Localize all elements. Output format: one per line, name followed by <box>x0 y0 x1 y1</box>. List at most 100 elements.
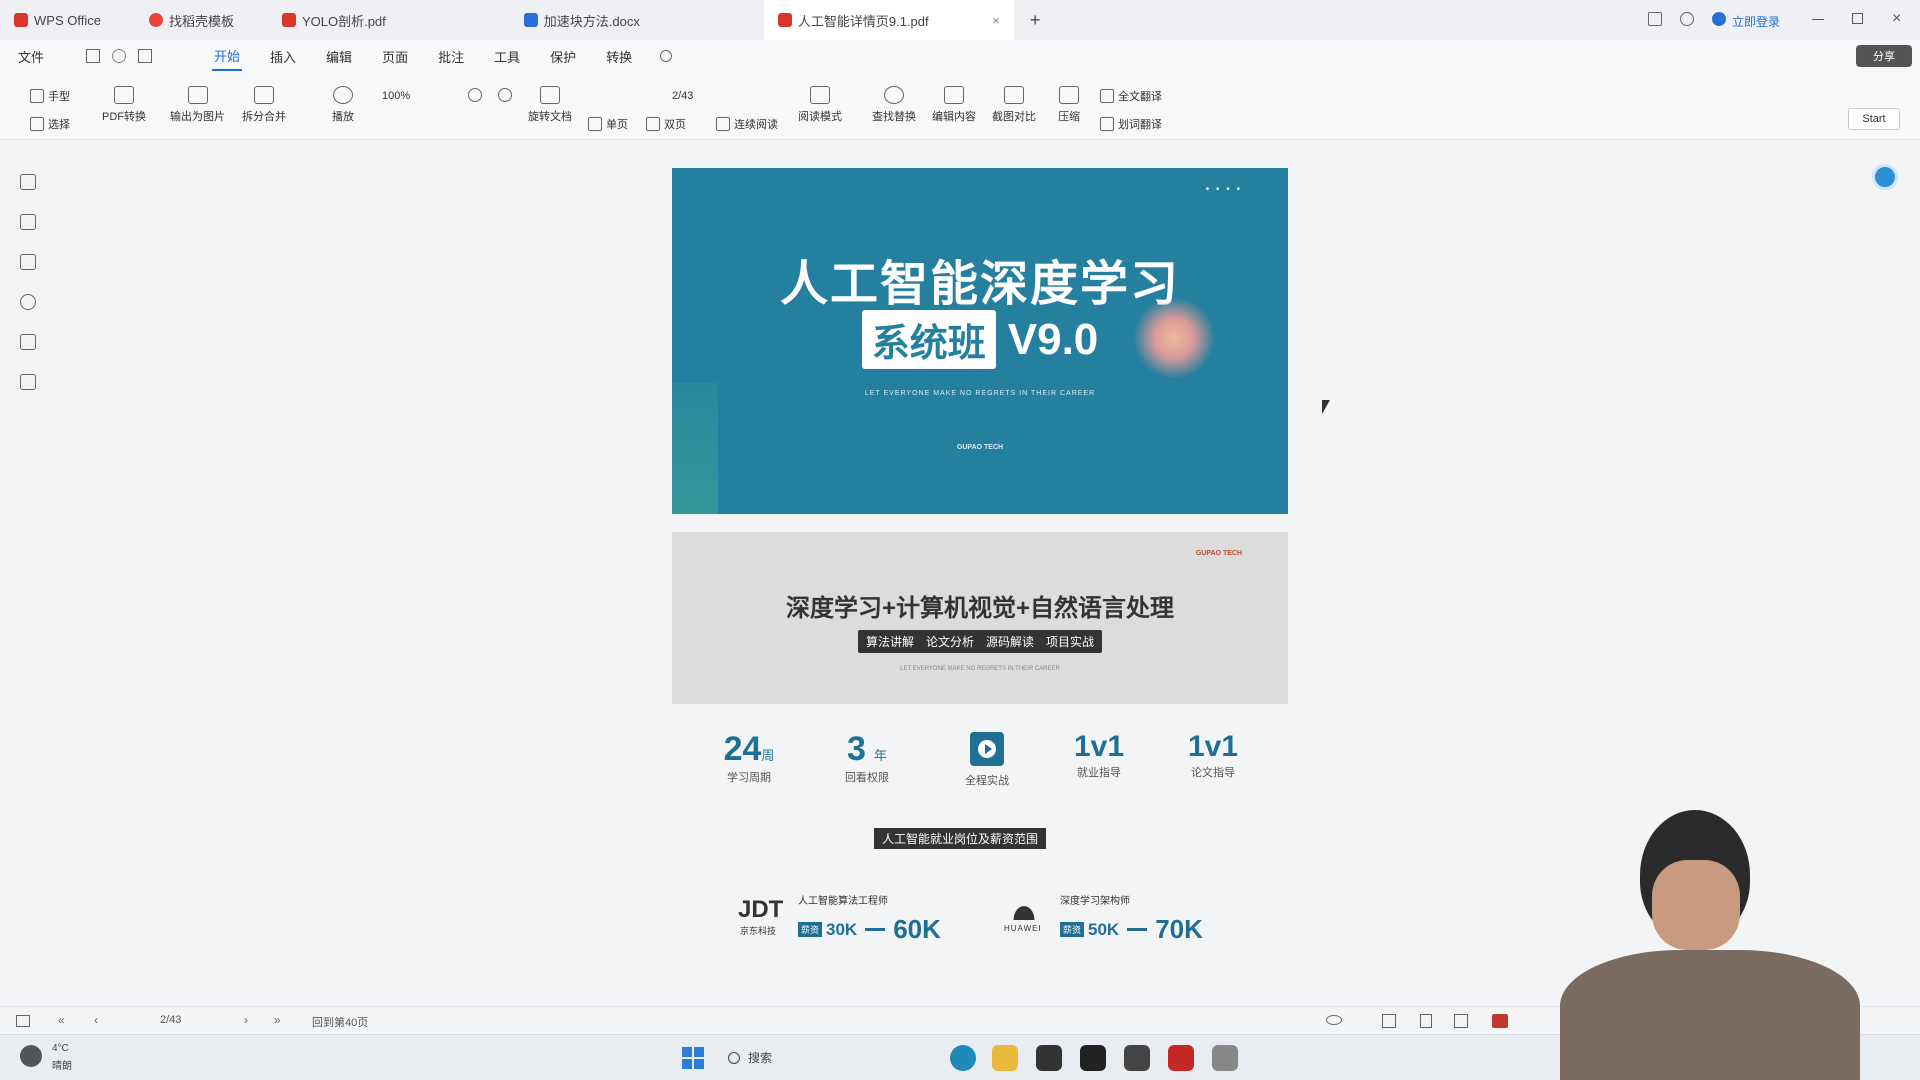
comment-icon[interactable] <box>20 254 36 270</box>
export-image-button[interactable]: 输出为图片 <box>170 86 225 124</box>
stat-number: 24 <box>723 730 762 768</box>
screenshot-icon <box>1004 86 1024 104</box>
settings-icon[interactable] <box>1680 12 1694 26</box>
menu-insert[interactable]: 插入 <box>268 43 298 70</box>
rotate-button[interactable]: 旋转文档 <box>528 86 572 124</box>
eye-icon[interactable] <box>1326 1015 1342 1025</box>
play-icon <box>333 86 353 104</box>
bookmark-icon[interactable] <box>20 174 36 190</box>
hand-label: 手型 <box>48 91 70 103</box>
zoom-in-button[interactable] <box>498 88 516 102</box>
windows-start-icon[interactable] <box>680 1045 706 1071</box>
tab-active-pdf[interactable]: 人工智能详情页9.1.pdf × <box>763 0 1014 40</box>
edge-icon[interactable] <box>950 1045 976 1071</box>
menu-page[interactable]: 页面 <box>380 43 410 70</box>
jobs-header: 人工智能就业岗位及薪资范围 <box>873 828 1046 849</box>
single-view-icon[interactable] <box>1420 1014 1432 1028</box>
menu-protect[interactable]: 保护 <box>548 43 578 70</box>
menu-home[interactable]: 开始 <box>212 42 243 71</box>
continuous-icon <box>716 117 730 131</box>
find-replace-button[interactable]: 查找替换 <box>872 86 916 124</box>
hand-tool-button[interactable]: 手型 <box>30 88 70 104</box>
first-page-icon[interactable]: « <box>58 1013 65 1027</box>
full-translate-button[interactable]: 全文翻译 <box>1100 88 1162 104</box>
undo-icon[interactable] <box>112 49 127 63</box>
maximize-icon[interactable] <box>1852 13 1863 24</box>
weather-icon <box>20 1045 42 1067</box>
close-window-icon[interactable]: × <box>1892 10 1901 28</box>
wps-taskbar-icon[interactable] <box>1168 1045 1194 1071</box>
cover-badge: 系统班 <box>861 310 996 369</box>
cover-brand: GUPAO TECH <box>956 444 1004 451</box>
word-translate-button[interactable]: 划词翻译 <box>1100 116 1162 132</box>
menu-convert[interactable]: 转换 <box>604 43 634 70</box>
single-page-button[interactable]: 单页 <box>588 116 628 132</box>
play-label: 播放 <box>332 111 354 123</box>
single-page-label: 单页 <box>606 119 628 131</box>
screenshot-compare-button[interactable]: 截图对比 <box>992 86 1036 124</box>
salary-dash <box>865 928 886 931</box>
tag-item: 论文分析 <box>925 635 974 649</box>
edit-content-button[interactable]: 编辑内容 <box>932 86 976 124</box>
layout-icon[interactable] <box>1648 12 1662 26</box>
compress-button[interactable]: 压缩 <box>1058 86 1080 124</box>
pycharm-icon[interactable] <box>1080 1045 1106 1071</box>
double-page-button[interactable]: 双页 <box>646 116 686 132</box>
zoom-select[interactable]: 100% <box>382 90 410 102</box>
salary-range: 薪资 50K 70K <box>1060 914 1203 945</box>
prev-page-icon[interactable]: ‹ <box>94 1013 98 1027</box>
stat-unit: 年 <box>873 748 887 763</box>
stat-label: 论文指导 <box>1191 767 1235 779</box>
layers-icon[interactable] <box>20 374 36 390</box>
tab-label: 人工智能详情页9.1.pdf <box>797 13 929 29</box>
signature-icon[interactable] <box>20 334 36 350</box>
continuous-read-button[interactable]: 连续阅读 <box>716 116 778 132</box>
play-button[interactable]: 播放 <box>332 86 354 124</box>
menu-file[interactable]: 文件 <box>16 43 46 70</box>
menu-comment[interactable]: 批注 <box>436 43 466 70</box>
tab-docx[interactable]: 加速块方法.docx <box>510 0 654 40</box>
tab-wps-home[interactable]: WPS Office <box>0 0 115 40</box>
thumbnail-icon[interactable] <box>20 214 36 230</box>
split-merge-button[interactable]: 拆分合并 <box>242 86 286 124</box>
share-button[interactable]: 分享 <box>1856 45 1912 67</box>
sidebar-toggle-icon[interactable] <box>16 1015 30 1027</box>
minimize-icon[interactable] <box>1812 19 1824 20</box>
next-page-icon[interactable]: › <box>244 1013 248 1027</box>
status-page-input[interactable]: 2/43 <box>160 1014 181 1026</box>
jdt-logo-sub: 京东科技 <box>740 926 777 936</box>
app-icon[interactable] <box>1124 1045 1150 1071</box>
zoom-out-button[interactable] <box>468 88 486 102</box>
stat-number: 3 <box>847 730 866 768</box>
tab-yolo-pdf[interactable]: YOLO剖析.pdf <box>268 0 400 40</box>
new-tab-button[interactable]: + <box>1030 10 1041 31</box>
view-mode-icon[interactable] <box>1382 1014 1396 1028</box>
intro-brand: GUPAO TECH <box>1195 550 1242 557</box>
goto-page-link[interactable]: 回到第40页 <box>312 1014 368 1030</box>
close-icon[interactable]: × <box>992 13 1000 28</box>
login-link[interactable]: 立即登录 <box>1732 13 1780 30</box>
file-explorer-icon[interactable] <box>992 1045 1018 1071</box>
menu-tools[interactable]: 工具 <box>492 43 522 70</box>
terminal-icon[interactable] <box>1036 1045 1062 1071</box>
select-tool-button[interactable]: 选择 <box>30 116 70 132</box>
slideshow-icon[interactable] <box>1492 1014 1508 1028</box>
save-icon[interactable] <box>86 49 101 63</box>
read-mode-button[interactable]: 阅读模式 <box>798 86 842 124</box>
print-icon[interactable] <box>138 49 153 63</box>
page-number-input[interactable]: 2/43 <box>672 90 693 102</box>
pdf-convert-button[interactable]: PDF转换 <box>102 86 146 124</box>
avatar[interactable] <box>1712 12 1726 26</box>
double-view-icon[interactable] <box>1454 1014 1468 1028</box>
menu-edit[interactable]: 编辑 <box>324 43 354 70</box>
paint-icon[interactable] <box>1212 1045 1238 1071</box>
taskbar-search[interactable]: 搜索 <box>728 1049 772 1066</box>
attachment-icon[interactable] <box>20 294 36 310</box>
share-label: 分享 <box>1873 51 1895 63</box>
tab-templates[interactable]: 找稻壳模板 <box>135 0 248 40</box>
page-number-value: 2/43 <box>672 90 694 102</box>
assistant-icon[interactable] <box>1872 164 1898 190</box>
last-page-icon[interactable]: » <box>274 1013 281 1027</box>
start-button[interactable]: Start <box>1848 108 1900 130</box>
search-icon[interactable] <box>660 50 673 62</box>
